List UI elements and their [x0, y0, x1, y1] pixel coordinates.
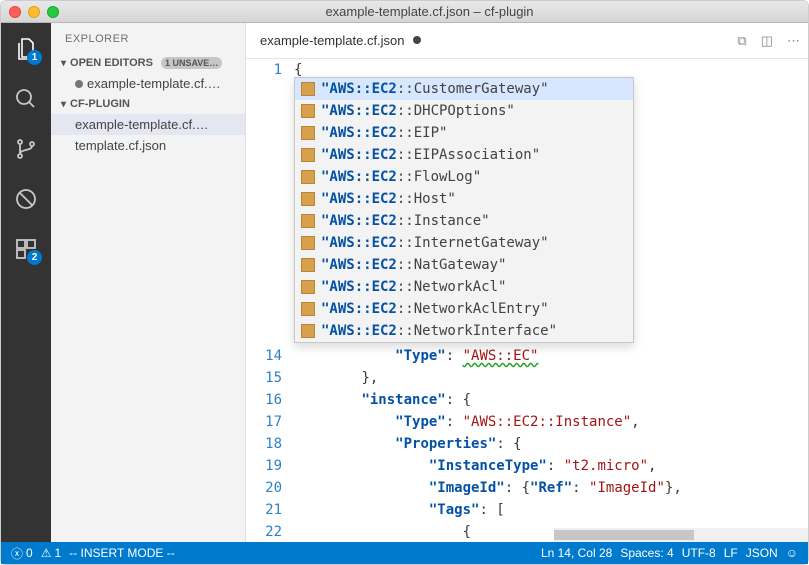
tab-label: example-template.cf.json [260, 33, 405, 48]
sidebar-title: EXPLORER [51, 23, 245, 53]
suggestion-item[interactable]: "AWS::EC2::Host" [295, 188, 633, 210]
close-window-button[interactable] [9, 6, 21, 18]
snippet-icon [301, 302, 315, 316]
window-controls [9, 6, 59, 18]
unsaved-badge: 1 UNSAVE… [161, 57, 222, 69]
project-section[interactable]: ▾ CF-PLUGIN [51, 94, 245, 114]
status-cursor-pos[interactable]: Ln 14, Col 28 [541, 546, 612, 560]
window-title: example-template.cf.json – cf-plugin [59, 4, 800, 19]
dirty-dot-icon [75, 80, 83, 88]
status-eol[interactable]: LF [724, 546, 738, 560]
snippet-icon [301, 324, 315, 338]
activity-extensions[interactable]: 2 [12, 235, 40, 263]
split-editor-icon[interactable]: ◫ [761, 33, 773, 49]
suggestion-item[interactable]: "AWS::EC2::NetworkInterface" [295, 320, 633, 342]
suggestion-item[interactable]: "AWS::EC2::NetworkAclEntry" [295, 298, 633, 320]
file-item[interactable]: template.cf.json [51, 135, 245, 156]
zoom-window-button[interactable] [47, 6, 59, 18]
dirty-indicator-icon [413, 36, 421, 44]
activity-bar: 1 2 [1, 23, 51, 542]
snippet-icon [301, 104, 315, 118]
editor-area: example-template.cf.json ⧉ ◫ ⋯ 114151617… [246, 23, 808, 542]
status-feedback-icon[interactable]: ☺ [786, 546, 798, 560]
snippet-icon [301, 148, 315, 162]
file-label: example-template.cf.… [87, 76, 221, 91]
branch-icon [14, 137, 38, 161]
editor-actions: ⧉ ◫ ⋯ [737, 33, 800, 49]
status-warnings[interactable]: ⚠1 [41, 546, 61, 560]
suggestion-item[interactable]: "AWS::EC2::InternetGateway" [295, 232, 633, 254]
suggestion-item[interactable]: "AWS::EC2::NetworkAcl" [295, 276, 633, 298]
chevron-down-icon: ▾ [61, 99, 66, 110]
show-preview-icon[interactable]: ⧉ [737, 33, 746, 49]
activity-scm[interactable] [12, 135, 40, 163]
snippet-icon [301, 280, 315, 294]
snippet-icon [301, 258, 315, 272]
explorer-badge: 1 [27, 50, 42, 65]
tab-bar: example-template.cf.json ⧉ ◫ ⋯ [246, 23, 808, 59]
suggestion-item[interactable]: "AWS::EC2::NatGateway" [295, 254, 633, 276]
bug-icon [14, 187, 38, 211]
status-indent[interactable]: Spaces: 4 [620, 546, 673, 560]
suggestion-item[interactable]: "AWS::EC2::EIPAssociation" [295, 144, 633, 166]
snippet-icon [301, 170, 315, 184]
activity-debug[interactable] [12, 185, 40, 213]
activity-search[interactable] [12, 85, 40, 113]
file-item[interactable]: example-template.cf.… [51, 114, 245, 135]
open-editors-list: example-template.cf.… [51, 73, 245, 94]
suggestion-item[interactable]: "AWS::EC2::EIP" [295, 122, 633, 144]
snippet-icon [301, 192, 315, 206]
open-editor-item[interactable]: example-template.cf.… [51, 73, 245, 94]
status-language[interactable]: JSON [746, 546, 778, 560]
activity-explorer[interactable]: 1 [12, 35, 40, 63]
snippet-icon [301, 126, 315, 140]
suggestion-item[interactable]: "AWS::EC2::CustomerGateway" [295, 78, 633, 100]
window-titlebar: example-template.cf.json – cf-plugin [1, 1, 808, 23]
minimize-window-button[interactable] [28, 6, 40, 18]
extensions-badge: 2 [27, 250, 42, 265]
more-actions-icon[interactable]: ⋯ [787, 33, 800, 49]
horizontal-scrollbar[interactable] [554, 528, 808, 542]
warning-icon: ⚠ [41, 546, 52, 560]
explorer-sidebar: EXPLORER ▾ OPEN EDITORS 1 UNSAVE… exampl… [51, 23, 246, 542]
chevron-down-icon: ▾ [61, 58, 66, 69]
suggestion-widget[interactable]: "AWS::EC2::CustomerGateway""AWS::EC2::DH… [294, 77, 634, 343]
snippet-icon [301, 214, 315, 228]
status-errors[interactable]: ⓧ0 [11, 545, 33, 562]
snippet-icon [301, 82, 315, 96]
suggestion-item[interactable]: "AWS::EC2::DHCPOptions" [295, 100, 633, 122]
line-gutter: 1141516171819202122 [246, 59, 294, 542]
search-icon [14, 87, 38, 111]
code-editor[interactable]: 1141516171819202122 { "Type": "AWS::EC" … [246, 59, 808, 542]
open-editors-section[interactable]: ▾ OPEN EDITORS 1 UNSAVE… [51, 53, 245, 73]
status-bar: ⓧ0 ⚠1 -- INSERT MODE -- Ln 14, Col 28 Sp… [1, 542, 808, 564]
error-icon: ⓧ [11, 545, 23, 562]
status-encoding[interactable]: UTF-8 [682, 546, 716, 560]
status-vim-mode: -- INSERT MODE -- [69, 546, 175, 560]
project-file-list: example-template.cf.…template.cf.json [51, 114, 245, 156]
suggestion-item[interactable]: "AWS::EC2::Instance" [295, 210, 633, 232]
suggestion-item[interactable]: "AWS::EC2::FlowLog" [295, 166, 633, 188]
scrollbar-thumb[interactable] [554, 530, 694, 540]
editor-tab-active[interactable]: example-template.cf.json [246, 23, 435, 58]
snippet-icon [301, 236, 315, 250]
